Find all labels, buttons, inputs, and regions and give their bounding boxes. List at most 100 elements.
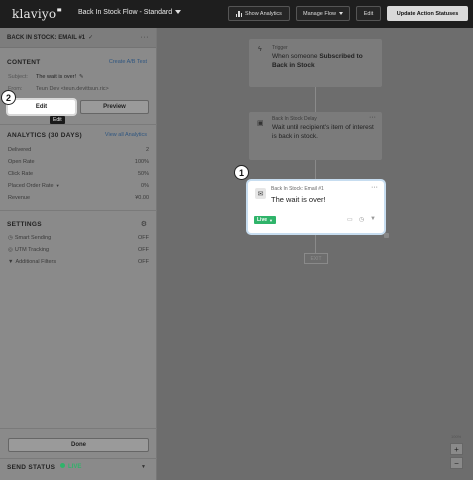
- analytics-label: Open Rate: [8, 159, 35, 165]
- annotation-badge-2: 2: [1, 90, 16, 105]
- send-status-value[interactable]: LIVE: [68, 464, 81, 470]
- gear-icon[interactable]: ⚙: [141, 220, 147, 228]
- image-icon[interactable]: ▭: [347, 216, 353, 223]
- flow-connector: [315, 234, 316, 253]
- analytics-row: Click Rate 50%: [8, 171, 149, 177]
- content-heading: CONTENT: [7, 59, 41, 66]
- analytics-value: 50%: [137, 171, 149, 177]
- live-status-badge[interactable]: Live ▼: [254, 216, 276, 224]
- settings-row: ◎ UTM Tracking OFF: [8, 247, 149, 253]
- done-button[interactable]: Done: [8, 438, 149, 452]
- delay-card[interactable]: ▣ Back In Stock Delay ··· Wait until rec…: [249, 112, 382, 160]
- pencil-icon[interactable]: ✎: [79, 74, 84, 80]
- flow-connector: [315, 160, 316, 181]
- show-analytics-label: Show Analytics: [244, 10, 282, 17]
- zoom-in-button[interactable]: +: [450, 443, 463, 455]
- more-options-icon[interactable]: ···: [371, 184, 378, 191]
- analytics-label: Revenue: [8, 195, 31, 201]
- analytics-row: Revenue ¥0.00: [8, 195, 149, 201]
- flow-connector: [315, 87, 316, 112]
- email-title: BACK IN STOCK: EMAIL #1: [7, 34, 86, 41]
- settings-value: OFF: [138, 259, 149, 265]
- zoom-out-button[interactable]: −: [450, 457, 463, 469]
- pencil-icon[interactable]: ✓: [88, 34, 93, 41]
- filter-icon: ▼: [8, 259, 14, 265]
- settings-label: Additional Filters: [15, 259, 57, 265]
- filter-icon[interactable]: ▼: [370, 216, 376, 222]
- settings-heading: SETTINGS: [7, 221, 42, 228]
- manage-flow-button[interactable]: Manage Flow: [296, 6, 350, 21]
- divider: [0, 124, 157, 125]
- analytics-label: Click Rate: [8, 171, 34, 177]
- annotation-badge-1: 1: [234, 165, 249, 180]
- trigger-description: When someone Subscribed to Back in Stock: [272, 52, 377, 70]
- lightning-icon: ϟ: [258, 46, 262, 53]
- caret-down-icon[interactable]: ▼: [56, 183, 60, 189]
- divider: [0, 210, 157, 211]
- divider: [0, 458, 157, 459]
- email-panel-header: BACK IN STOCK: EMAIL #1 ✓ ···: [0, 28, 156, 48]
- briefcase-icon: ▣: [257, 120, 264, 127]
- analytics-row: Placed Order Rate ▼ 0%: [8, 183, 149, 189]
- subject-label: Subject:: [8, 74, 28, 80]
- flow-title[interactable]: Back In Stock Flow - Standard: [78, 9, 172, 16]
- edit-tooltip: Edit: [50, 116, 65, 124]
- trigger-text: When someone: [272, 53, 320, 60]
- more-options-icon[interactable]: ···: [369, 114, 376, 121]
- analytics-label: Placed Order Rate: [8, 183, 54, 189]
- logo-mark: ▀: [57, 9, 62, 15]
- email-card-label: Back In Stock: Email #1: [271, 186, 324, 192]
- delay-description: Wait until recipient's item of interest …: [272, 124, 374, 140]
- edit-content-button[interactable]: Edit: [8, 100, 75, 114]
- create-ab-test-link[interactable]: Create A/B Test: [109, 59, 147, 65]
- settings-row: ▼ Additional Filters OFF: [8, 259, 149, 265]
- manage-flow-label: Manage Flow: [302, 10, 337, 17]
- top-bar: klaviyo▀ Back In Stock Flow - Standard S…: [0, 0, 473, 28]
- clock-icon: ◷: [8, 235, 13, 241]
- resize-handle[interactable]: [384, 233, 389, 238]
- show-analytics-button[interactable]: Show Analytics: [228, 6, 290, 21]
- edit-flow-button[interactable]: Edit: [356, 6, 381, 21]
- settings-value: OFF: [138, 247, 149, 253]
- analytics-value: 100%: [134, 159, 149, 165]
- analytics-value: 0%: [141, 183, 149, 189]
- from-row: From: Teun Dev <teun.devittsun.ric>: [8, 86, 149, 92]
- exit-node: EXIT: [304, 253, 328, 264]
- chevron-down-icon[interactable]: [175, 10, 181, 14]
- email-icon: ✉: [255, 188, 266, 199]
- zoom-level-label: 100%: [451, 434, 462, 439]
- clock-icon[interactable]: ◷: [359, 216, 364, 223]
- settings-label: Smart Sending: [14, 235, 52, 241]
- more-options-icon[interactable]: ···: [141, 34, 150, 41]
- left-panel: BACK IN STOCK: EMAIL #1 ✓ ··· CONTENT Cr…: [0, 28, 157, 480]
- from-value: Teun Dev <teun.devittsun.ric>: [36, 86, 109, 92]
- analytics-row: Open Rate 100%: [8, 159, 149, 165]
- chevron-down-icon[interactable]: ▼: [141, 464, 146, 470]
- klaviyo-logo[interactable]: klaviyo▀: [12, 7, 61, 21]
- update-action-statuses-button[interactable]: Update Action Statuses: [387, 6, 468, 21]
- analytics-heading: ANALYTICS (30 DAYS): [7, 132, 82, 139]
- live-status-label: Live: [257, 217, 268, 223]
- email-card-subject: The wait is over!: [271, 195, 326, 204]
- subject-value: The wait is over!: [36, 74, 77, 80]
- analytics-label: Delivered: [8, 147, 32, 153]
- analytics-row: Delivered 2: [8, 147, 149, 153]
- tracking-icon: ◎: [8, 247, 13, 253]
- analytics-value: ¥0.00: [135, 195, 149, 201]
- bar-chart-icon: [236, 10, 242, 17]
- trigger-card[interactable]: ϟ Trigger When someone Subscribed to Bac…: [249, 39, 382, 87]
- settings-row: ◷ Smart Sending OFF: [8, 235, 149, 241]
- delay-label: Back In Stock Delay: [272, 116, 317, 122]
- divider: [0, 428, 157, 429]
- email-card[interactable]: ✉ Back In Stock: Email #1 ··· The wait i…: [248, 181, 384, 233]
- settings-value: OFF: [138, 235, 149, 241]
- preview-button[interactable]: Preview: [80, 100, 149, 114]
- analytics-value: 2: [145, 147, 149, 153]
- view-all-analytics-link[interactable]: View all Analytics: [105, 132, 147, 138]
- subject-row: Subject: The wait is over! ✎: [8, 74, 149, 80]
- caret-down-icon: ▼: [269, 217, 273, 223]
- live-status-dot: [60, 463, 65, 468]
- settings-label: UTM Tracking: [14, 247, 50, 253]
- chevron-down-icon: [339, 12, 344, 15]
- send-status-label: SEND STATUS: [7, 464, 56, 471]
